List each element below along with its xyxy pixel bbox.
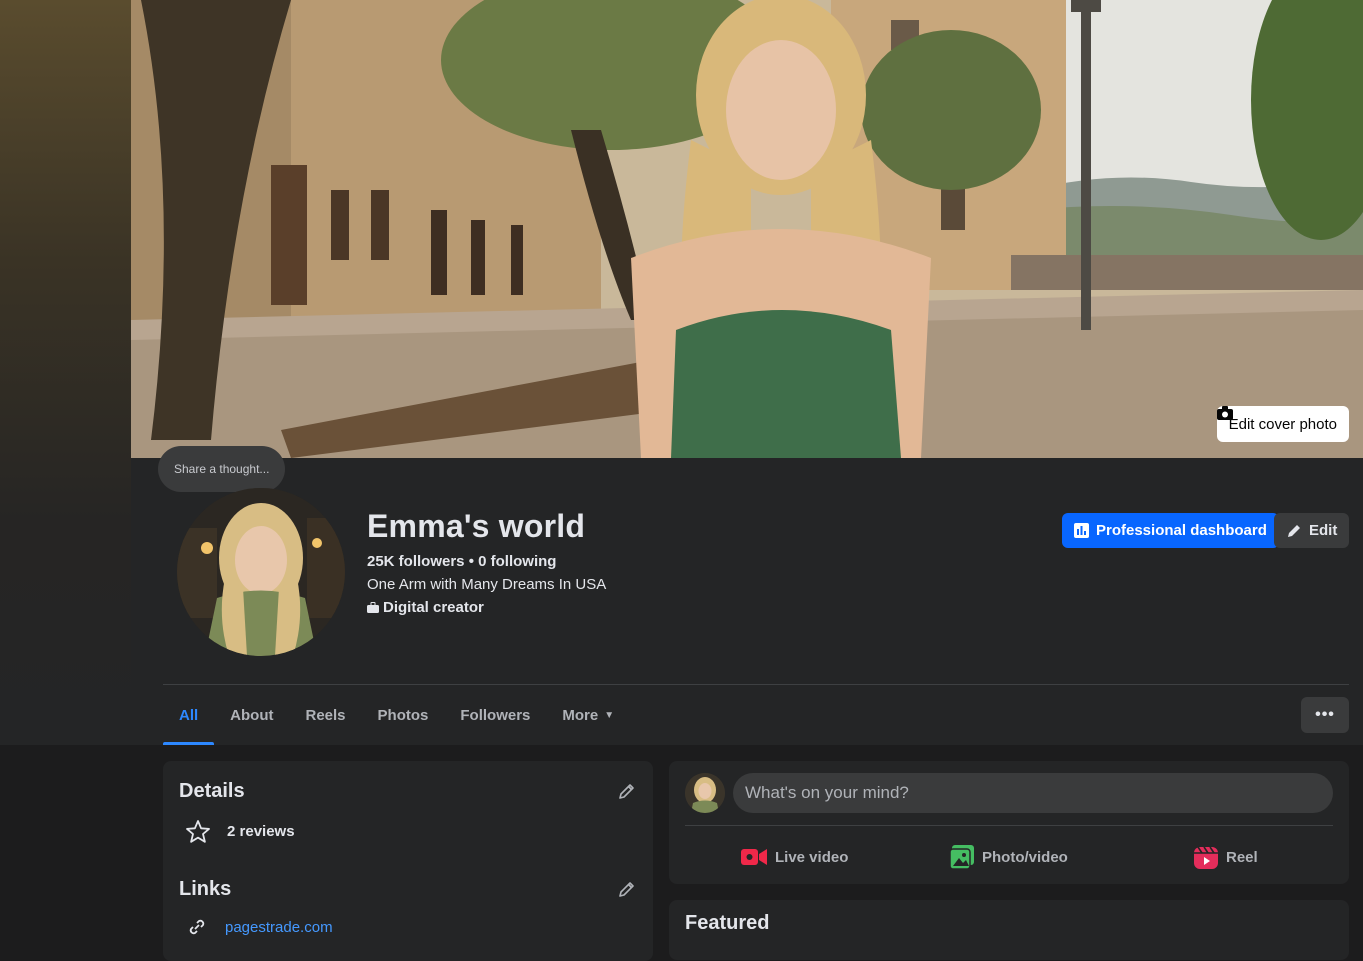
briefcase-icon <box>367 602 379 613</box>
tab-followers-label: Followers <box>460 706 531 724</box>
edit-cover-photo-button[interactable]: Edit cover photo <box>1216 406 1349 442</box>
details-title: Details <box>179 780 245 802</box>
composer-avatar[interactable] <box>685 773 725 813</box>
tab-about[interactable]: About <box>214 685 289 745</box>
profile-name: Emma's world <box>367 508 586 544</box>
edit-links-pencil-icon[interactable] <box>618 880 636 898</box>
cover-photo[interactable]: Edit cover photo <box>131 0 1363 458</box>
composer-divider <box>685 825 1333 826</box>
edit-profile-button[interactable]: Edit <box>1274 513 1350 548</box>
tab-all-label: All <box>179 706 199 724</box>
tab-reels[interactable]: Reels <box>290 685 362 745</box>
profile-category: Digital creator <box>367 599 484 616</box>
reel-icon <box>1194 846 1218 869</box>
tab-photos-label: Photos <box>377 706 429 724</box>
photo-video-icon <box>950 845 974 869</box>
edit-details-pencil-icon[interactable] <box>618 782 636 800</box>
links-title: Links <box>179 878 232 900</box>
edit-cover-photo-label: Edit cover photo <box>1228 415 1337 433</box>
share-thought-note[interactable]: Share a thought... <box>158 446 286 492</box>
live-video-label: Live video <box>775 848 849 866</box>
whats-on-your-mind-input[interactable]: What's on your mind? <box>733 773 1333 813</box>
link-url[interactable]: pagestrade.com <box>225 919 333 936</box>
live-video-icon <box>741 849 767 865</box>
link-chain-icon <box>189 919 205 935</box>
caret-down-icon: ▼ <box>604 709 615 721</box>
avatar-illustration <box>177 488 345 656</box>
profile-tabs: All About Reels Photos Followers More ▼ <box>163 685 630 745</box>
tab-followers[interactable]: Followers <box>444 685 546 745</box>
professional-dashboard-label: Professional dashboard <box>1096 522 1267 539</box>
reviews-row[interactable]: 2 reviews <box>185 819 295 844</box>
tab-photos[interactable]: Photos <box>362 685 445 745</box>
ellipsis-icon: ••• <box>1315 706 1335 723</box>
photo-video-button[interactable]: Photo/video <box>950 837 1068 877</box>
profile-category-label: Digital creator <box>383 599 484 616</box>
photo-video-label: Photo/video <box>982 848 1068 866</box>
edit-profile-label: Edit <box>1309 522 1338 539</box>
reel-label: Reel <box>1226 848 1258 866</box>
intro-details-card: Details 2 reviews Links pagestrade.com <box>163 761 653 961</box>
follow-counts[interactable]: 25K followers • 0 following <box>367 553 556 570</box>
share-thought-text: Share a thought... <box>174 462 270 476</box>
tab-reels-label: Reels <box>305 706 346 724</box>
star-icon <box>186 820 210 843</box>
composer-placeholder: What's on your mind? <box>745 783 909 802</box>
more-options-button[interactable]: ••• <box>1301 697 1349 733</box>
featured-title: Featured <box>685 912 770 934</box>
dashboard-chart-icon <box>1074 523 1089 538</box>
featured-card: Featured <box>669 900 1349 960</box>
pencil-icon <box>1288 524 1300 537</box>
link-item[interactable]: pagestrade.com <box>187 917 333 937</box>
tab-about-label: About <box>230 706 274 724</box>
tab-more[interactable]: More ▼ <box>546 685 630 745</box>
live-video-button[interactable]: Live video <box>741 837 848 877</box>
tab-all[interactable]: All <box>163 685 215 745</box>
reel-button[interactable]: Reel <box>1194 837 1258 877</box>
professional-dashboard-button[interactable]: Professional dashboard <box>1062 513 1279 548</box>
reviews-count: 2 reviews <box>227 823 295 840</box>
profile-avatar[interactable] <box>177 488 345 656</box>
profile-bio: One Arm with Many Dreams In USA <box>367 576 607 593</box>
tab-more-label: More <box>562 706 599 724</box>
composer-avatar-illustration <box>685 773 725 813</box>
left-gutter <box>0 0 131 745</box>
post-composer-card: What's on your mind? Live video Photo/vi… <box>669 761 1349 884</box>
cover-photo-illustration <box>131 0 1363 458</box>
camera-icon <box>1216 406 1233 420</box>
